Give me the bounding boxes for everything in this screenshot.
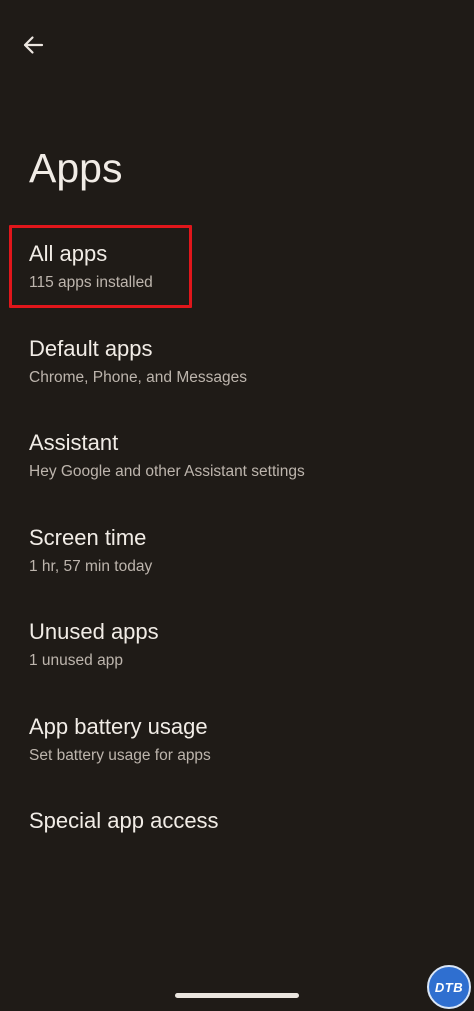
setting-title: Unused apps bbox=[29, 619, 159, 644]
settings-list: All apps 115 apps installed Default apps… bbox=[0, 222, 474, 884]
default-apps-item[interactable]: Default apps Chrome, Phone, and Messages bbox=[0, 317, 474, 412]
all-apps-item[interactable]: All apps 115 apps installed bbox=[0, 222, 474, 317]
setting-summary: Set battery usage for apps bbox=[29, 746, 211, 764]
setting-title: Special app access bbox=[29, 808, 219, 833]
watermark-logo: DTB bbox=[427, 965, 471, 1009]
arrow-back-icon bbox=[23, 36, 44, 54]
highlight-box bbox=[9, 225, 192, 308]
back-button[interactable] bbox=[14, 26, 52, 64]
unused-apps-item[interactable]: Unused apps 1 unused app bbox=[0, 600, 474, 695]
gesture-nav-handle[interactable] bbox=[175, 993, 299, 998]
setting-summary: Chrome, Phone, and Messages bbox=[29, 368, 247, 386]
screen-time-item[interactable]: Screen time 1 hr, 57 min today bbox=[0, 506, 474, 601]
special-app-access-item[interactable]: Special app access bbox=[0, 789, 474, 884]
page-title: Apps bbox=[29, 145, 123, 191]
setting-title: Default apps bbox=[29, 335, 153, 361]
setting-summary: Hey Google and other Assistant settings bbox=[29, 463, 305, 480]
setting-title: App battery usage bbox=[29, 713, 208, 739]
setting-summary: 1 unused app bbox=[29, 652, 123, 669]
assistant-item[interactable]: Assistant Hey Google and other Assistant… bbox=[0, 411, 474, 506]
app-battery-usage-item[interactable]: App battery usage Set battery usage for … bbox=[0, 695, 474, 790]
setting-summary: 1 hr, 57 min today bbox=[29, 557, 153, 575]
setting-title: Assistant bbox=[29, 430, 119, 455]
setting-title: Screen time bbox=[29, 524, 147, 550]
